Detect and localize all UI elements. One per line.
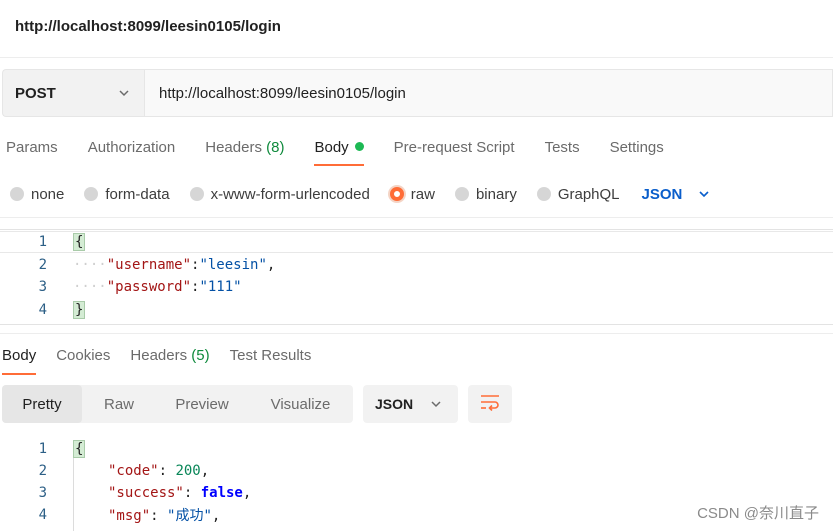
divider bbox=[0, 217, 833, 218]
chevron-down-icon bbox=[428, 396, 444, 412]
response-format-select[interactable]: JSON bbox=[363, 385, 458, 423]
line-number: 2 bbox=[38, 463, 47, 479]
view-raw[interactable]: Raw bbox=[82, 385, 156, 423]
headers-count: (8) bbox=[266, 139, 285, 156]
chevron-down-icon bbox=[116, 85, 132, 101]
wrap-lines-button[interactable] bbox=[468, 385, 512, 423]
url-input[interactable]: http://localhost:8099/leesin0105/login bbox=[144, 69, 833, 117]
postman-window: http://localhost:8099/leesin0105/login P… bbox=[0, 0, 833, 531]
request-tabs: Params Authorization Headers (8) Body Pr… bbox=[6, 130, 694, 166]
line-number: 2 bbox=[38, 257, 47, 273]
radio-urlencoded[interactable]: x-www-form-urlencoded bbox=[189, 186, 370, 203]
request-title: http://localhost:8099/leesin0105/login bbox=[15, 18, 281, 35]
radio-form-data[interactable]: form-data bbox=[84, 186, 170, 203]
line-number: 4 bbox=[38, 302, 47, 318]
resp-tab-body[interactable]: Body bbox=[2, 337, 37, 375]
view-preview[interactable]: Preview bbox=[156, 385, 248, 423]
line-number: 3 bbox=[38, 279, 47, 295]
radio-circle-icon bbox=[84, 187, 99, 201]
line-number: 3 bbox=[38, 485, 47, 501]
tab-settings[interactable]: Settings bbox=[610, 130, 664, 166]
tab-headers[interactable]: Headers (8) bbox=[205, 130, 284, 166]
watermark: CSDN @奈川直子 bbox=[697, 505, 819, 522]
divider bbox=[0, 333, 833, 334]
resp-tab-cookies[interactable]: Cookies bbox=[56, 337, 110, 375]
radio-graphql[interactable]: GraphQL bbox=[536, 186, 620, 203]
code-line: 4 } bbox=[0, 299, 833, 321]
code-line: 3 ····"password":"111" bbox=[0, 276, 833, 298]
radio-circle-icon bbox=[454, 187, 469, 201]
code-line: 2 ····"username":"leesin", bbox=[0, 254, 833, 276]
title-divider bbox=[0, 57, 833, 58]
response-view-bar: Pretty Raw Preview Visualize JSON bbox=[2, 385, 512, 423]
radio-none[interactable]: none bbox=[10, 186, 64, 203]
code-line: 1 { bbox=[0, 231, 833, 253]
body-type-options: none form-data x-www-form-urlencoded raw… bbox=[10, 182, 712, 206]
method-select[interactable]: POST bbox=[2, 69, 144, 117]
response-tabs: Body Cookies Headers (5) Test Results bbox=[2, 337, 331, 375]
active-dot-icon bbox=[354, 142, 364, 151]
radio-circle-icon bbox=[536, 187, 551, 201]
request-body-editor[interactable]: 1 { 2 ····"username":"leesin", 3 ····"pa… bbox=[0, 229, 833, 325]
chevron-down-icon bbox=[696, 186, 712, 202]
view-mode-segmented: Pretty Raw Preview Visualize bbox=[2, 385, 353, 423]
resp-tab-test-results[interactable]: Test Results bbox=[230, 337, 312, 375]
tab-pre-request-script[interactable]: Pre-request Script bbox=[394, 130, 515, 166]
wrap-lines-icon bbox=[479, 393, 501, 416]
line-number: 1 bbox=[38, 441, 47, 457]
code-line: 1 { bbox=[0, 438, 833, 460]
radio-binary[interactable]: binary bbox=[454, 186, 517, 203]
tab-body[interactable]: Body bbox=[314, 130, 364, 166]
radio-checked-icon bbox=[389, 187, 404, 201]
radio-raw[interactable]: raw bbox=[389, 186, 435, 203]
line-number: 1 bbox=[38, 234, 47, 250]
radio-circle-icon bbox=[10, 187, 24, 201]
line-number: 4 bbox=[38, 507, 47, 523]
tab-tests[interactable]: Tests bbox=[545, 130, 580, 166]
resp-tab-headers[interactable]: Headers (5) bbox=[130, 337, 209, 375]
code-line: 3 "success": false, bbox=[0, 482, 833, 504]
tab-params[interactable]: Params bbox=[6, 130, 58, 166]
headers-count: (5) bbox=[191, 347, 210, 364]
tab-authorization[interactable]: Authorization bbox=[88, 130, 176, 166]
method-label: POST bbox=[15, 84, 56, 102]
view-visualize[interactable]: Visualize bbox=[248, 385, 353, 423]
radio-circle-icon bbox=[189, 187, 204, 201]
view-pretty[interactable]: Pretty bbox=[2, 385, 82, 423]
code-line: 2 "code": 200, bbox=[0, 460, 833, 482]
body-format-select[interactable]: JSON bbox=[642, 186, 713, 203]
url-bar: POST http://localhost:8099/leesin0105/lo… bbox=[2, 69, 833, 117]
